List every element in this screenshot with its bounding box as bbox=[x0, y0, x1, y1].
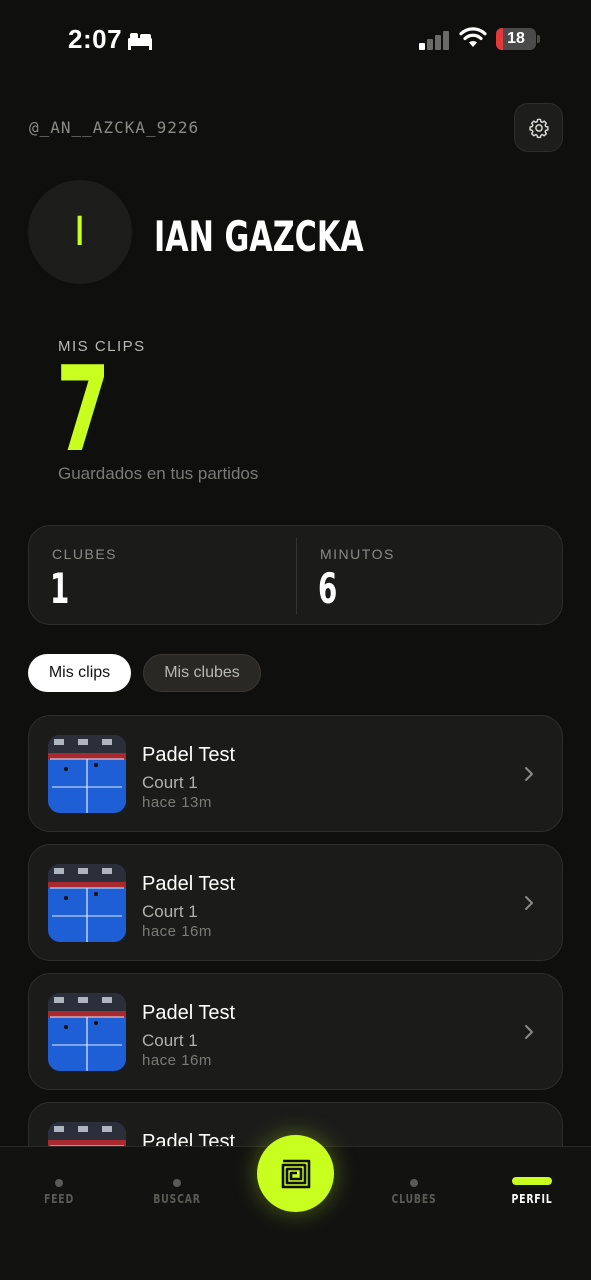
tab-mis-clips[interactable]: Mis clips bbox=[28, 654, 131, 692]
clip-title: Padel Test bbox=[142, 744, 236, 766]
clip-thumbnail bbox=[48, 864, 126, 942]
nav-item-buscar[interactable]: BUSCAR bbox=[137, 1169, 217, 1219]
nav-dot bbox=[173, 1179, 181, 1187]
avatar[interactable]: I bbox=[28, 180, 132, 284]
nav-label: FEED bbox=[43, 1192, 75, 1206]
record-button[interactable] bbox=[257, 1135, 334, 1212]
clip-thumbnail bbox=[48, 735, 126, 813]
bed-icon bbox=[128, 33, 152, 50]
clip-court: Court 1 bbox=[142, 773, 198, 792]
clip-thumbnail bbox=[48, 993, 126, 1071]
spiral-icon bbox=[281, 1159, 310, 1188]
battery-level: 18 bbox=[507, 30, 525, 47]
battery-icon: 18 bbox=[496, 28, 540, 50]
clip-card[interactable]: Padel Test Court 1 hace 16m bbox=[28, 973, 563, 1090]
tab-mis-clubes[interactable]: Mis clubes bbox=[143, 654, 261, 692]
stat-clubes: CLUBES 1 bbox=[29, 526, 296, 626]
clip-card[interactable]: Padel Test Court 1 hace 13m bbox=[28, 715, 563, 832]
status-time: 2:07 bbox=[68, 24, 123, 54]
nav-label: PERFIL bbox=[511, 1192, 553, 1206]
nav-item-perfil[interactable]: PERFIL bbox=[492, 1169, 572, 1219]
nav-item-feed[interactable]: FEED bbox=[19, 1169, 99, 1219]
profile-handle: @_AN__AZCKA_9226 bbox=[29, 118, 200, 137]
clip-court: Court 1 bbox=[142, 1031, 198, 1050]
nav-active-indicator bbox=[512, 1177, 552, 1185]
nav-item-clubes[interactable]: CLUBES bbox=[374, 1169, 454, 1219]
gear-icon bbox=[528, 118, 549, 138]
stat-minutos: MINUTOS 6 bbox=[297, 526, 564, 626]
clips-subtitle: Guardados en tus partidos bbox=[58, 464, 259, 483]
stat-label: MINUTOS bbox=[320, 546, 395, 562]
nav-dot bbox=[410, 1179, 418, 1187]
clip-court: Court 1 bbox=[142, 902, 198, 921]
signal-icon bbox=[419, 31, 449, 50]
clip-time: hace 13m bbox=[142, 794, 212, 811]
clip-title: Padel Test bbox=[142, 873, 236, 895]
settings-button[interactable] bbox=[514, 103, 563, 152]
avatar-initial: I bbox=[75, 209, 85, 255]
clip-time: hace 16m bbox=[142, 923, 212, 940]
chevron-right-icon bbox=[525, 767, 533, 781]
chevron-right-icon bbox=[525, 1025, 533, 1039]
stat-label: CLUBES bbox=[52, 546, 118, 562]
nav-dot bbox=[55, 1179, 63, 1187]
stat-value: 6 bbox=[318, 564, 338, 613]
nav-label: BUSCAR bbox=[153, 1192, 201, 1206]
wifi-icon bbox=[459, 27, 487, 47]
clip-time: hace 16m bbox=[142, 1052, 212, 1069]
stats-card: CLUBES 1 MINUTOS 6 bbox=[28, 525, 563, 625]
clips-count: 7 bbox=[56, 340, 111, 478]
nav-label: CLUBES bbox=[391, 1192, 437, 1206]
clip-title: Padel Test bbox=[142, 1002, 236, 1024]
chevron-right-icon bbox=[525, 896, 533, 910]
clip-card[interactable]: Padel Test Court 1 hace 16m bbox=[28, 844, 563, 961]
stat-value: 1 bbox=[50, 564, 70, 613]
profile-name: IAN GAZCKA bbox=[154, 212, 364, 261]
status-bar: 2:07 18 bbox=[0, 0, 591, 80]
